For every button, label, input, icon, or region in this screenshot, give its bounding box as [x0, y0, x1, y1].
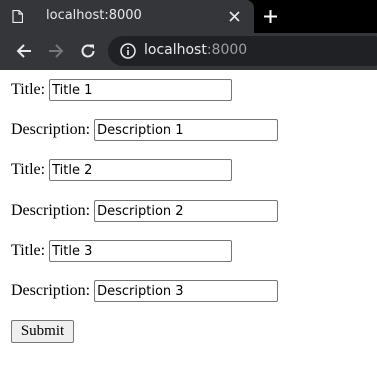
title-row-1: Title: [11, 79, 233, 101]
back-arrow-icon[interactable] [16, 43, 32, 59]
title-row-2: Title: [11, 159, 233, 181]
description-label: Description: [11, 202, 91, 219]
reload-icon[interactable] [80, 43, 96, 59]
description-row-3: Description: [11, 280, 279, 302]
description-input-3[interactable] [94, 280, 279, 302]
description-row-2: Description: [11, 200, 279, 222]
title-label: Title: [11, 81, 46, 98]
page-content: Title: Description: Title: Description: … [0, 70, 377, 368]
tab-strip: localhost:8000 [0, 0, 377, 33]
forward-arrow-icon[interactable] [48, 43, 64, 59]
description-input-2[interactable] [94, 200, 279, 222]
page-icon [12, 10, 23, 23]
title-input-2[interactable] [49, 159, 233, 181]
title-label: Title: [11, 242, 46, 259]
title-row-3: Title: [11, 240, 233, 262]
url-host: localhost [144, 42, 207, 58]
close-tab-icon[interactable] [229, 11, 240, 22]
submit-button[interactable]: Submit [11, 320, 74, 343]
browser-tab[interactable]: localhost:8000 [0, 0, 254, 33]
description-label: Description: [11, 282, 91, 299]
description-row-1: Description: [11, 119, 279, 141]
title-input-1[interactable] [49, 79, 233, 101]
title-input-3[interactable] [49, 240, 233, 262]
url-port: :8000 [206, 42, 248, 58]
description-label: Description: [11, 121, 91, 138]
tab-title: localhost:8000 [46, 8, 142, 23]
info-icon[interactable] [120, 43, 136, 59]
address-bar[interactable]: localhost:8000 [108, 36, 377, 66]
browser-toolbar: localhost:8000 [0, 33, 377, 70]
title-label: Title: [11, 161, 46, 178]
description-input-1[interactable] [94, 119, 279, 141]
new-tab-icon[interactable] [263, 9, 278, 24]
url-text: localhost:8000 [144, 42, 247, 58]
